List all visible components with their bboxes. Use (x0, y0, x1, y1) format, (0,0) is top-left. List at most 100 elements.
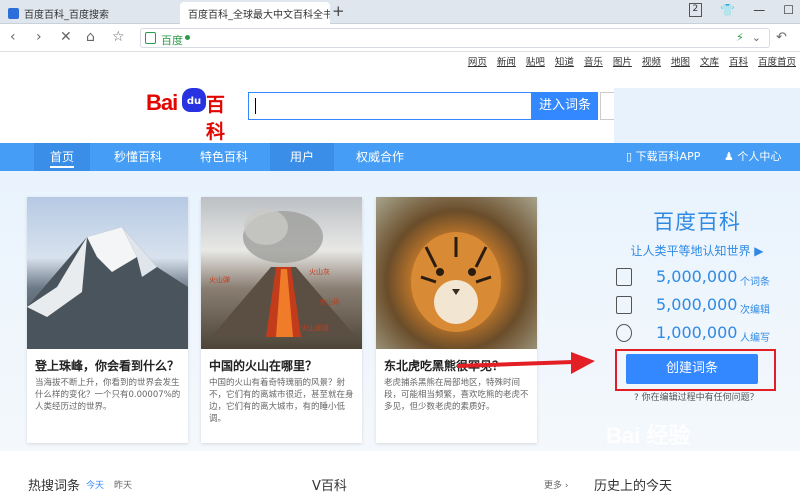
volcano-illustration (211, 209, 356, 337)
feature-card[interactable]: 登上珠峰，你会看到什么？ 当海拔不断上升，你看到的世界会发生什么样的变化？一个只… (27, 197, 188, 443)
paw-logo-icon: du (182, 88, 206, 112)
top-nav-link[interactable]: 新闻 (497, 54, 516, 68)
top-nav-link[interactable]: 图片 (613, 54, 632, 68)
phone-icon: ▯ (626, 150, 636, 163)
chevron-down-icon[interactable]: ⌄ (752, 31, 761, 44)
highlight-box (615, 349, 776, 391)
tiger-illustration (411, 232, 501, 332)
site-label: 百度 (161, 34, 183, 47)
hot-entries-heading: 热搜词条 (28, 479, 81, 494)
nav-item-miaodong[interactable]: 秒懂百科 (106, 143, 170, 171)
stat-value: 1,000,000 (656, 323, 738, 342)
tab-count-badge[interactable]: 2 (688, 3, 703, 17)
play-circle-icon: ▶ (754, 244, 764, 258)
top-nav-link[interactable]: 视频 (642, 54, 661, 68)
stat-unit: 个词条 (740, 277, 770, 288)
top-nav-link[interactable]: 地图 (671, 54, 690, 68)
stat-unit: 人编写 (740, 333, 770, 344)
baidu-favicon-icon (8, 7, 19, 19)
top-nav-link[interactable]: 知道 (555, 54, 574, 68)
logo-baike: 百科 (206, 94, 226, 143)
edit-icon (616, 296, 632, 314)
top-nav-link[interactable]: 文库 (700, 54, 719, 68)
brand-panel: 百度百科 让人类平等地认知世界 ▶ (612, 206, 782, 259)
window-controls: 2 👕 — ☐ (688, 3, 794, 17)
enter-entry-button[interactable]: 进入词条 (532, 92, 598, 120)
browser-tab-baidu-search[interactable]: 百度百科_百度搜索 (0, 2, 178, 24)
tab-title: 百度百科_全球最大中文百科全书 (188, 9, 330, 21)
tiger-image (376, 197, 537, 349)
shirt-icon[interactable]: 👕 (720, 3, 735, 17)
volcano-image: 火山弹 火山灰 火山砾 火山通道 (201, 197, 362, 349)
home-icon[interactable]: ⌂ (86, 29, 95, 45)
edit-help-link[interactable]: ? 你在编辑过程中有任何问题？ (634, 390, 759, 403)
person-icon: ♟ (724, 150, 738, 163)
people-icon (616, 324, 632, 342)
v-baike-heading: V百科 (312, 479, 347, 494)
feature-card[interactable]: 火山弹 火山灰 火山砾 火山通道 中国的火山在哪里？ 中国的火山有着奇特瑰丽的风… (201, 197, 362, 443)
watermark: Bai 经验 (606, 423, 691, 448)
stat-value: 5,000,000 (656, 295, 738, 314)
address-bar: ‹ › ✕ ⌂ ☆ 百度 ⚡ ⌄ ↶ (0, 24, 800, 52)
back-icon[interactable]: ‹ (10, 29, 16, 45)
help-icon: ? (634, 393, 642, 403)
more-link[interactable]: 更多 › (544, 478, 568, 491)
top-nav: 网页 新闻 贴吧 知道 音乐 图片 视频 地图 文库 百科 百度首页 (0, 52, 800, 70)
stat-unit: 次编辑 (740, 305, 770, 316)
nav-item-featured[interactable]: 特色百科 (192, 143, 256, 171)
search-input[interactable] (248, 92, 532, 120)
minimize-icon[interactable]: — (753, 3, 765, 17)
card-title: 登上珠峰，你会看到什么？ (35, 359, 180, 373)
brand-slogan[interactable]: 让人类平等地认知世界 ▶ (612, 242, 782, 259)
maximize-icon[interactable]: ☐ (783, 3, 794, 17)
stat-editors: 1,000,000 人编写 (616, 323, 786, 344)
forward-icon[interactable]: › (36, 29, 42, 45)
mountain-illustration (27, 227, 188, 349)
card-desc: 老虎捕杀黑熊在局部地区，特殊时间段，可能相当频繁，喜欢吃熊的老虎不多见，但少数老… (384, 378, 529, 412)
top-nav-link[interactable]: 贴吧 (526, 54, 545, 68)
undo-icon[interactable]: ↶ (776, 30, 787, 45)
blurred-area (614, 88, 800, 144)
feature-card[interactable]: 东北虎吃黑熊很罕见？ 老虎捕杀黑熊在局部地区，特殊时间段，可能相当频繁，喜欢吃熊… (376, 197, 537, 443)
user-center-link[interactable]: ♟ 个人中心 (724, 143, 781, 171)
volcano-label: 火山砾 (319, 298, 340, 306)
logo-bai: Bai (146, 90, 178, 115)
nav-item-home[interactable]: 首页 (34, 143, 90, 171)
document-icon (616, 268, 632, 286)
history-today-heading: 历史上的今天 (594, 479, 673, 494)
stat-entries: 5,000,000 个词条 (616, 267, 786, 288)
card-desc: 中国的火山有着奇特瑰丽的风景？射不，它们有的离城市很近，甚至就在身边，它们有的离… (209, 378, 354, 424)
volcano-label: 火山通道 (301, 324, 329, 332)
main-nav: 首页 秒懂百科 特色百科 用户 权威合作 ▯ 下载百科APP ♟ 个人中心 (0, 143, 800, 171)
brand-title: 百度百科 (653, 210, 741, 234)
tab-yesterday[interactable]: 昨天 (114, 478, 132, 491)
browser-tab-baike[interactable]: 百度百科_全球最大中文百科全书 ✕ (180, 2, 330, 24)
top-nav-link[interactable]: 百科 (729, 54, 748, 68)
everest-image (27, 197, 188, 349)
top-nav-link[interactable]: 网页 (468, 54, 487, 68)
baike-logo[interactable]: Bai du 百科 (146, 88, 236, 143)
tab-title: 百度百科_百度搜索 (24, 9, 109, 21)
url-input[interactable]: 百度 ⚡ ⌄ (140, 28, 770, 48)
volcano-label: 火山弹 (209, 276, 230, 284)
secure-lock-icon (145, 32, 156, 44)
stat-value: 5,000,000 (656, 267, 738, 286)
secure-dot-icon (185, 35, 190, 40)
bookmark-star-icon[interactable]: ☆ (112, 29, 125, 45)
logo-du: du (186, 96, 202, 107)
new-tab-button[interactable]: + (332, 2, 345, 20)
download-app-link[interactable]: ▯ 下载百科APP (626, 143, 700, 171)
tab-today[interactable]: 今天 (86, 478, 104, 491)
nav-item-authority[interactable]: 权威合作 (344, 143, 416, 171)
stat-edits: 5,000,000 次编辑 (616, 295, 786, 316)
text-caret (255, 98, 256, 114)
browser-tab-bar: 百度百科_百度搜索 百度百科_全球最大中文百科全书 ✕ + 2 👕 — ☐ (0, 0, 800, 24)
card-desc: 当海拔不断上升，你看到的世界会发生什么样的变化？一个只有0.00007%的人类经… (35, 378, 181, 412)
stop-icon[interactable]: ✕ (60, 29, 72, 45)
nav-item-user[interactable]: 用户 (270, 143, 334, 171)
volcano-label: 火山灰 (309, 268, 330, 276)
top-nav-link[interactable]: 百度首页 (758, 54, 796, 68)
top-nav-link[interactable]: 音乐 (584, 54, 603, 68)
card-title: 中国的火山在哪里？ (209, 359, 318, 373)
lightning-icon[interactable]: ⚡ (736, 31, 744, 44)
